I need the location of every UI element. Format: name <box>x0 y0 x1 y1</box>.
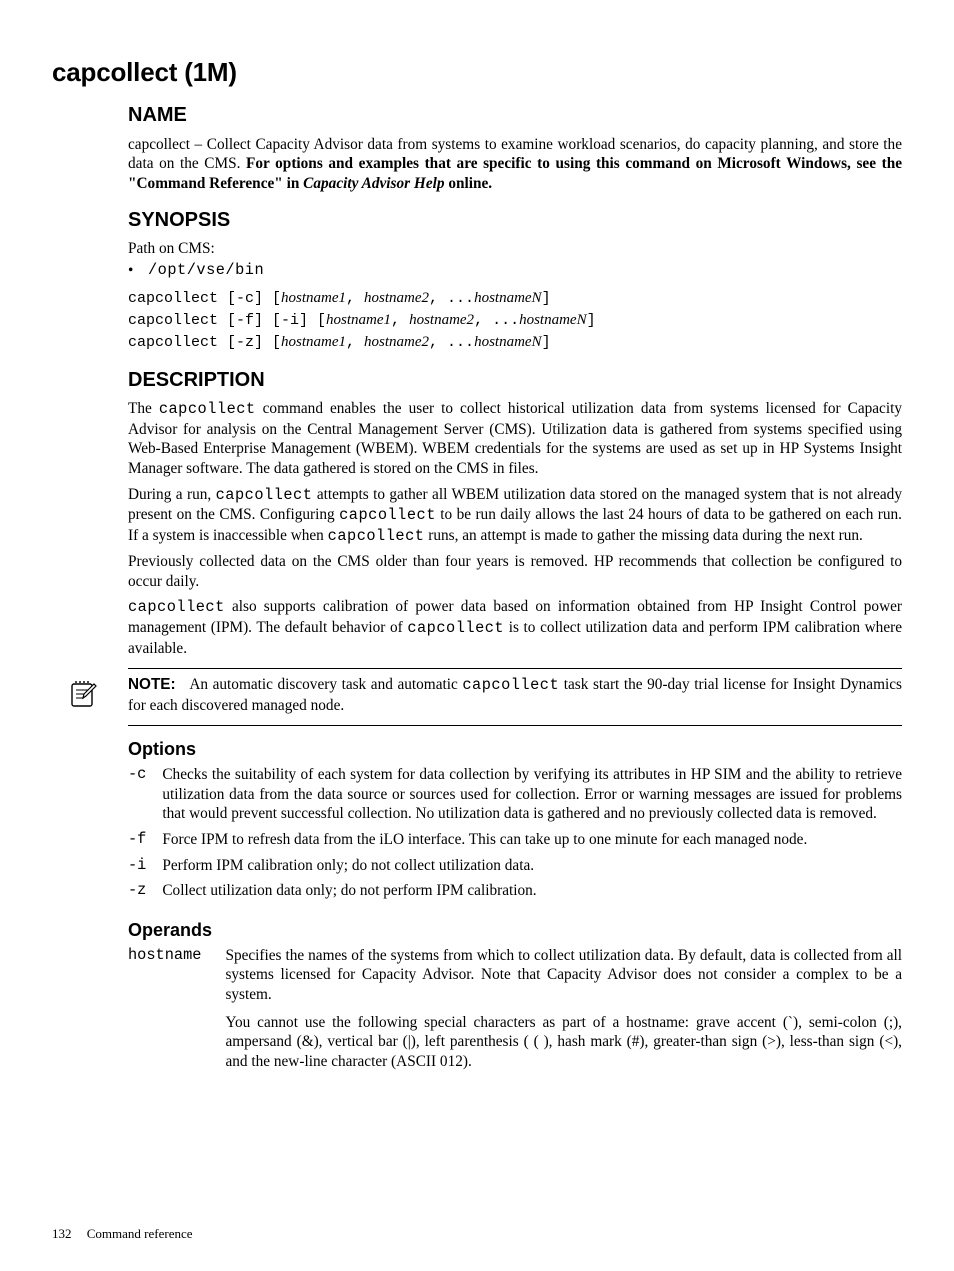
syn3-arg2: hostname2 <box>364 334 429 350</box>
desc-p2g: runs, an attempt is made to gather the m… <box>424 527 862 544</box>
desc-p2f: capcollect <box>328 527 425 545</box>
syn1-argn: hostnameN <box>474 290 542 306</box>
syn3-sep1: , <box>346 334 364 351</box>
syn2-arg2: hostname2 <box>409 312 474 328</box>
desc-p1b: capcollect <box>159 400 256 418</box>
note-body: NOTE: An automatic discovery task and au… <box>128 675 902 715</box>
option-desc-i: Perform IPM calibration only; do not col… <box>162 856 902 882</box>
operand-row-hostname: hostname Specifies the names of the syst… <box>128 946 902 1071</box>
note-block: NOTE: An automatic discovery task and au… <box>52 675 902 715</box>
section-name-heading: NAME <box>128 103 902 129</box>
synopsis-usage-block: capcollect [-c] [hostname1, hostname2, .… <box>128 288 902 353</box>
section-synopsis-heading: SYNOPSIS <box>128 208 902 234</box>
desc-p4a: capcollect <box>128 598 225 616</box>
syn2-argn: hostnameN <box>519 312 587 328</box>
note-label: NOTE: <box>128 676 176 693</box>
synopsis-path-value: /opt/vse/bin <box>148 261 264 281</box>
syn3-sep2: , ... <box>429 334 474 351</box>
syn1-sep1: , <box>346 290 364 307</box>
option-row-z: -z Collect utilization data only; do not… <box>128 881 902 907</box>
syn2-close: ] <box>587 312 596 329</box>
syn1-close: ] <box>542 290 551 307</box>
description-p3: Previously collected data on the CMS old… <box>128 552 902 591</box>
name-text-italic: Capacity Advisor Help <box>303 175 444 192</box>
synopsis-line-1: capcollect [-c] [hostname1, hostname2, .… <box>128 288 902 310</box>
footer-page-number: 132 <box>52 1226 72 1241</box>
option-row-c: -c Checks the suitability of each system… <box>128 765 902 830</box>
option-flag-i: -i <box>128 856 162 882</box>
option-desc-c: Checks the suitability of each system fo… <box>162 765 902 830</box>
desc-p2d: capcollect <box>339 506 436 524</box>
desc-p1a: The <box>128 400 159 417</box>
synopsis-path-label: Path on CMS: <box>128 239 902 259</box>
note-t2: capcollect <box>462 676 559 694</box>
synopsis-line-2: capcollect [-f] [-i] [hostname1, hostnam… <box>128 310 902 332</box>
syn2-sep2: , ... <box>474 312 519 329</box>
desc-p4c: capcollect <box>407 619 504 637</box>
syn1-arg2: hostname2 <box>364 290 429 306</box>
syn3-arg1: hostname1 <box>281 334 346 350</box>
option-flag-z: -z <box>128 881 162 907</box>
syn1-sep2: , ... <box>429 290 474 307</box>
syn2-arg1: hostname1 <box>326 312 391 328</box>
note-icon <box>52 675 128 715</box>
syn2-cmd: capcollect [-f] [-i] [ <box>128 312 326 329</box>
operand-desc-hostname: Specifies the names of the systems from … <box>225 946 902 1071</box>
option-flag-c: -c <box>128 765 162 830</box>
syn3-close: ] <box>542 334 551 351</box>
desc-p2a: During a run, <box>128 486 216 503</box>
section-description-heading: DESCRIPTION <box>128 368 902 394</box>
description-p1: The capcollect command enables the user … <box>128 399 902 478</box>
synopsis-line-3: capcollect [-z] [hostname1, hostname2, .… <box>128 332 902 354</box>
operands-table: hostname Specifies the names of the syst… <box>128 946 902 1071</box>
syn3-argn: hostnameN <box>474 334 542 350</box>
description-p4: capcollect also supports calibration of … <box>128 597 902 658</box>
option-row-f: -f Force IPM to refresh data from the iL… <box>128 830 902 856</box>
option-row-i: -i Perform IPM calibration only; do not … <box>128 856 902 882</box>
footer-section-label: Command reference <box>87 1226 193 1241</box>
note-rule-top <box>128 668 902 669</box>
note-t1: An automatic discovery task and automati… <box>189 676 462 693</box>
operand-p1: Specifies the names of the systems from … <box>225 946 902 1005</box>
operand-p2: You cannot use the following special cha… <box>225 1013 902 1072</box>
option-desc-z: Collect utilization data only; do not pe… <box>162 881 902 907</box>
synopsis-path-bullet: • /opt/vse/bin <box>128 261 902 281</box>
syn1-arg1: hostname1 <box>281 290 346 306</box>
syn1-cmd: capcollect [-c] [ <box>128 290 281 307</box>
syn3-cmd: capcollect [-z] [ <box>128 334 281 351</box>
syn2-sep1: , <box>391 312 409 329</box>
bullet-dot: • <box>128 261 148 281</box>
options-heading: Options <box>128 738 902 761</box>
page-footer: 132 Command reference <box>52 1226 193 1243</box>
desc-p2b: capcollect <box>216 486 313 504</box>
name-paragraph: capcollect – Collect Capacity Advisor da… <box>128 135 902 194</box>
operands-heading: Operands <box>128 919 902 942</box>
description-p2: During a run, capcollect attempts to gat… <box>128 485 902 547</box>
page-title: capcollect (1M) <box>52 56 902 89</box>
operand-key-hostname: hostname <box>128 946 225 1071</box>
option-flag-f: -f <box>128 830 162 856</box>
option-desc-f: Force IPM to refresh data from the iLO i… <box>162 830 902 856</box>
note-rule-bottom <box>128 725 902 726</box>
manpage-document: capcollect (1M) NAME capcollect – Collec… <box>0 0 954 1271</box>
options-table: -c Checks the suitability of each system… <box>128 765 902 906</box>
name-text-after: online. <box>445 175 493 192</box>
